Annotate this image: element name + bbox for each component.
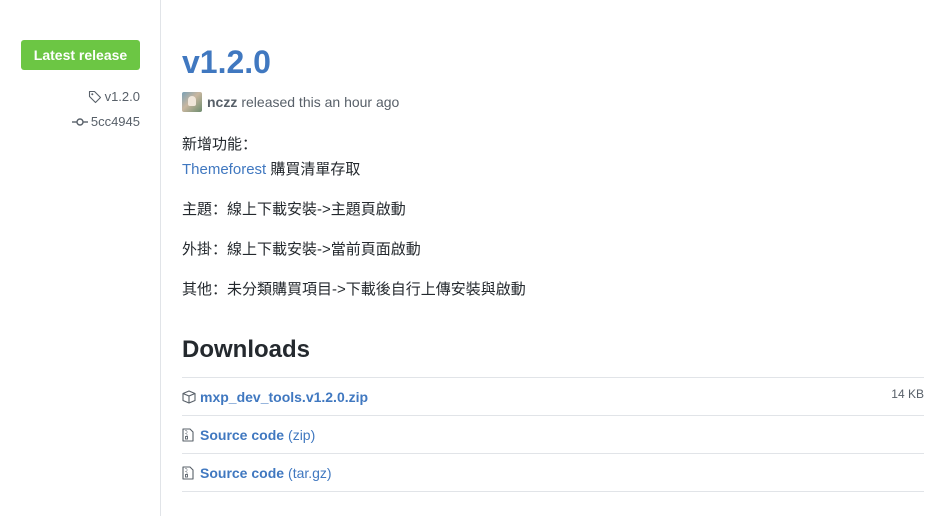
release-notes-text: 購買清單存取 [266,161,361,178]
release-notes-line: Themeforest 購買清單存取 [182,159,360,181]
latest-release-badge: Latest release [21,40,140,70]
commit-hash: 5cc4945 [90,114,140,129]
release-notes-line: 其他：未分類購買項目->下載後自行上傳安裝與啟動 [182,281,526,298]
release-byline: nczz released this an hour ago [182,92,399,112]
release-notes-line: 外掛：線上下載安裝->當前頁面啟動 [182,241,421,258]
download-size: 14 KB [891,387,924,401]
tag-link[interactable]: v1.2.0 [88,89,140,104]
downloads-heading: Downloads [182,336,311,363]
download-asset-link[interactable]: mxp_dev_tools.v1.2.0.zip [200,389,368,405]
download-item[interactable]: mxp_dev_tools.v1.2.0.zip 14 KB [182,378,924,416]
themeforest-link[interactable]: Themeforest [182,161,266,178]
commit-icon [71,117,88,126]
release-notes-line: 新增功能： [182,136,258,153]
released-time-text: released this an hour ago [241,94,400,110]
release-title-link[interactable]: v1.2.0 [182,42,271,82]
file-zip-icon [182,427,196,442]
source-code-zip-link[interactable]: Source code [200,427,284,443]
download-format: (tar.gz) [288,464,332,481]
file-zip-icon [182,465,196,480]
package-icon [182,389,196,404]
downloads-list: mxp_dev_tools.v1.2.0.zip 14 KB Source co… [182,377,924,492]
avatar[interactable] [182,92,202,112]
download-item[interactable]: Source code (tar.gz) [182,454,924,492]
download-format: (zip) [288,426,316,443]
source-code-targz-link[interactable]: Source code [200,465,284,481]
commit-link[interactable]: 5cc4945 [71,114,140,129]
release-meta-sidebar: Latest release v1.2.0 5cc4945 [0,0,161,516]
download-item[interactable]: Source code (zip) [182,416,924,454]
release-page: Latest release v1.2.0 5cc4945 v1.2.0 ncz… [0,0,947,516]
tag-icon [88,90,101,103]
release-notes-line: 主題：線上下載安裝->主題頁啟動 [182,201,406,218]
tag-name: v1.2.0 [104,89,140,104]
author-link[interactable]: nczz [207,94,237,110]
